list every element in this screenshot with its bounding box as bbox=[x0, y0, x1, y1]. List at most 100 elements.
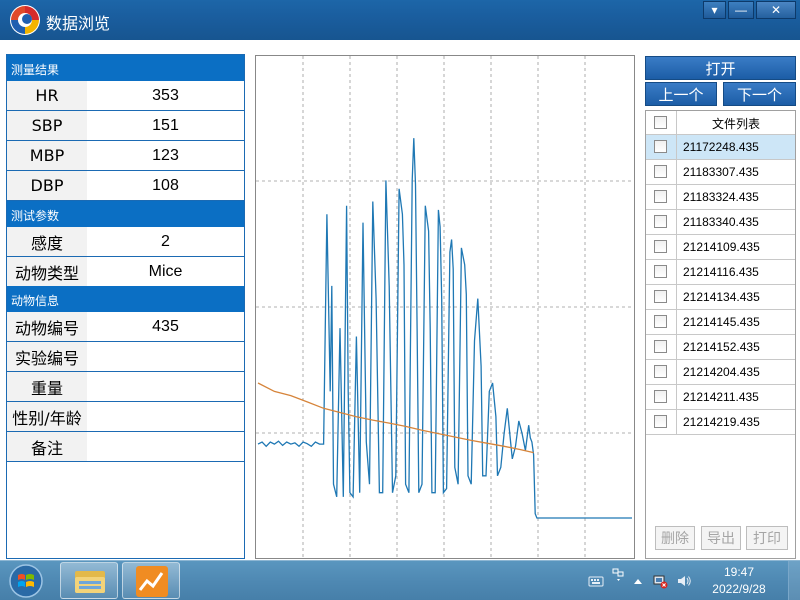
file-list-item[interactable]: 21214204.435 bbox=[646, 360, 795, 385]
file-list-header: 文件列表 bbox=[646, 111, 795, 135]
file-checkbox[interactable] bbox=[654, 340, 667, 353]
app-logo-icon bbox=[10, 5, 40, 35]
language-toggle-icon[interactable] bbox=[610, 567, 626, 583]
folder-icon bbox=[75, 571, 105, 593]
window-title: 数据浏览 bbox=[46, 14, 111, 33]
measure-row-hr: HR 353 bbox=[7, 81, 244, 111]
file-panel: 打开 上一个 下一个 文件列表 21172248.435 21183307.435… bbox=[645, 54, 796, 559]
open-button[interactable]: 打开 bbox=[645, 56, 796, 80]
previous-button[interactable]: 上一个 bbox=[645, 82, 717, 106]
file-list-header-label: 文件列表 bbox=[676, 111, 795, 135]
file-checkbox[interactable] bbox=[654, 265, 667, 278]
row-value bbox=[87, 432, 244, 461]
file-checkbox[interactable] bbox=[654, 215, 667, 228]
row-label: 感度 bbox=[7, 227, 87, 256]
file-list-item[interactable]: 21214134.435 bbox=[646, 285, 795, 310]
volume-icon[interactable] bbox=[676, 573, 692, 589]
file-checkbox[interactable] bbox=[654, 240, 667, 253]
row-label: 备注 bbox=[7, 432, 87, 461]
row-label: 动物编号 bbox=[7, 312, 87, 341]
waveform-svg bbox=[256, 56, 634, 558]
file-checkbox[interactable] bbox=[654, 190, 667, 203]
row-value: 2 bbox=[161, 232, 170, 250]
row-label: DBP bbox=[7, 171, 87, 200]
test-section-header: 测试参数 bbox=[7, 201, 244, 227]
row-value bbox=[87, 402, 244, 431]
row-value: 123 bbox=[152, 146, 179, 164]
row-value: Mice bbox=[148, 262, 183, 280]
row-value: 435 bbox=[152, 317, 179, 335]
measure-row-dbp: DBP 108 bbox=[7, 171, 244, 201]
file-checkbox[interactable] bbox=[654, 140, 667, 153]
chart-app-icon bbox=[136, 566, 168, 597]
file-name: 21172248.435 bbox=[676, 135, 795, 159]
file-checkbox[interactable] bbox=[654, 390, 667, 403]
file-list-item[interactable]: 21214145.435 bbox=[646, 310, 795, 335]
file-name: 21214152.435 bbox=[676, 335, 795, 359]
file-list-item[interactable]: 21183340.435 bbox=[646, 210, 795, 235]
file-name: 21214145.435 bbox=[676, 310, 795, 334]
file-name: 21214204.435 bbox=[676, 360, 795, 384]
row-value bbox=[87, 372, 244, 401]
start-button-icon[interactable] bbox=[6, 563, 46, 599]
title-bar: 数据浏览 ▾ — ✕ bbox=[0, 0, 800, 40]
file-list-item[interactable]: 21214152.435 bbox=[646, 335, 795, 360]
file-list-item[interactable]: 21183324.435 bbox=[646, 185, 795, 210]
network-icon[interactable] bbox=[652, 573, 668, 589]
clock-date: 2022/9/28 bbox=[712, 582, 766, 596]
keyboard-icon[interactable] bbox=[588, 573, 604, 589]
animal-row-sex-age: 性别/年龄 bbox=[7, 402, 244, 432]
waveform-chart bbox=[255, 55, 635, 559]
test-row-animal-type: 动物类型 Mice bbox=[7, 257, 244, 287]
row-label: 动物类型 bbox=[7, 257, 87, 286]
file-list-item[interactable]: 21214116.435 bbox=[646, 260, 795, 285]
file-checkbox[interactable] bbox=[654, 365, 667, 378]
row-label: 性别/年龄 bbox=[7, 402, 87, 431]
file-name: 21214211.435 bbox=[676, 385, 795, 409]
print-button[interactable]: 打印 bbox=[746, 526, 788, 550]
file-list-item[interactable]: 21214109.435 bbox=[646, 235, 795, 260]
close-button[interactable]: ✕ bbox=[756, 1, 796, 19]
file-checkbox[interactable] bbox=[654, 290, 667, 303]
row-value: 108 bbox=[152, 176, 179, 194]
dropdown-button[interactable]: ▾ bbox=[703, 1, 726, 19]
measure-section-header: 测量结果 bbox=[7, 55, 244, 81]
minimize-button[interactable]: — bbox=[728, 1, 754, 19]
test-row-sensitivity: 感度 2 bbox=[7, 227, 244, 257]
chart-grid bbox=[256, 56, 634, 558]
animal-row-id: 动物编号 435 bbox=[7, 312, 244, 342]
file-name: 21183307.435 bbox=[676, 160, 795, 184]
file-name: 21183340.435 bbox=[676, 210, 795, 234]
file-list-item[interactable]: 21172248.435 bbox=[646, 135, 795, 160]
row-label: 重量 bbox=[7, 372, 87, 401]
row-label: MBP bbox=[7, 141, 87, 170]
file-checkbox[interactable] bbox=[654, 165, 667, 178]
taskbar-explorer[interactable] bbox=[60, 562, 118, 599]
animal-row-notes: 备注 bbox=[7, 432, 244, 462]
file-name: 21214116.435 bbox=[676, 260, 795, 284]
next-button[interactable]: 下一个 bbox=[723, 82, 796, 106]
file-list: 文件列表 21172248.435 21183307.435 21183324.43… bbox=[645, 110, 796, 559]
measure-row-sbp: SBP 151 bbox=[7, 111, 244, 141]
file-name: 21214219.435 bbox=[676, 410, 795, 434]
taskbar-chart-app[interactable] bbox=[122, 562, 180, 599]
row-value: 151 bbox=[152, 116, 179, 134]
file-checkbox[interactable] bbox=[654, 315, 667, 328]
animal-row-weight: 重量 bbox=[7, 372, 244, 402]
select-all-checkbox[interactable] bbox=[654, 116, 667, 129]
animal-row-experiment-id: 实验编号 bbox=[7, 342, 244, 372]
system-clock[interactable]: 19:47 2022/9/28 bbox=[700, 564, 778, 598]
file-checkbox[interactable] bbox=[654, 415, 667, 428]
client-area: 测量结果 HR 353 SBP 151 MBP 123 DBP 108 测试参数… bbox=[0, 40, 800, 560]
delete-button[interactable]: 删除 bbox=[655, 526, 695, 550]
export-button[interactable]: 导出 bbox=[701, 526, 741, 550]
file-list-item[interactable]: 21183307.435 bbox=[646, 160, 795, 185]
show-hidden-icons-icon[interactable] bbox=[630, 573, 646, 589]
row-label: SBP bbox=[7, 111, 87, 140]
file-list-item[interactable]: 21214219.435 bbox=[646, 410, 795, 435]
taskbar: 19:47 2022/9/28 bbox=[0, 560, 800, 600]
info-panel: 测量结果 HR 353 SBP 151 MBP 123 DBP 108 测试参数… bbox=[6, 54, 245, 559]
pulse-wave-line bbox=[257, 138, 632, 519]
file-list-item[interactable]: 21214211.435 bbox=[646, 385, 795, 410]
show-desktop-button[interactable] bbox=[788, 561, 800, 600]
